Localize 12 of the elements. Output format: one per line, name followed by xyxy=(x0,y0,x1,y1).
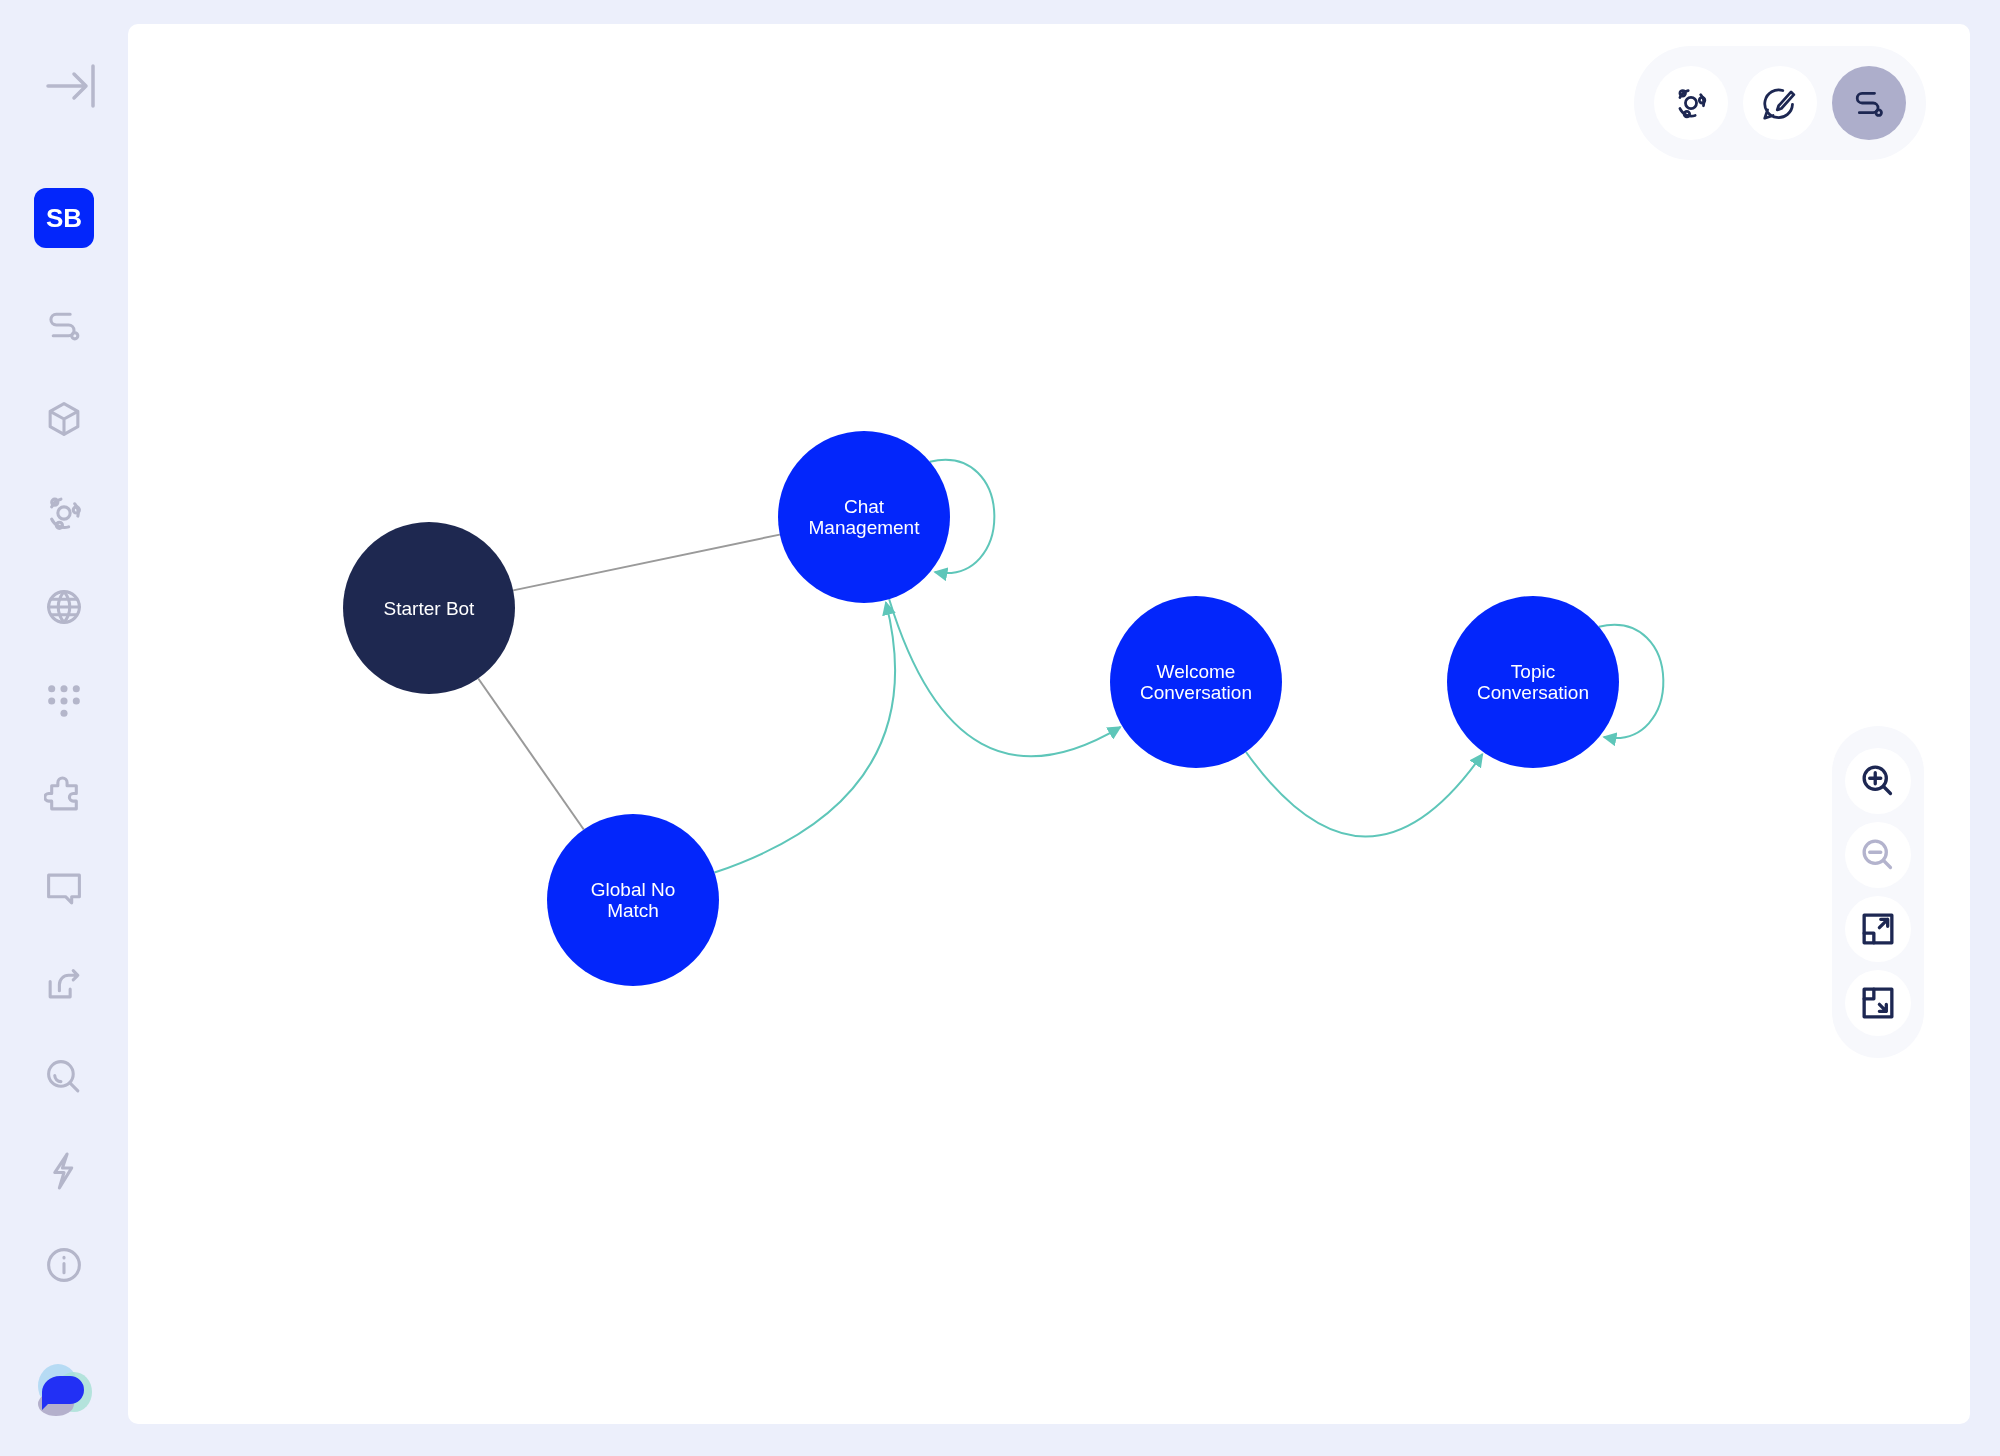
topic-node[interactable]: Welcome Conversation xyxy=(1110,596,1282,768)
workspace-badge[interactable]: SB xyxy=(34,188,94,248)
topic-node[interactable]: Chat Management xyxy=(778,431,950,603)
info-icon[interactable] xyxy=(44,1245,84,1285)
shrink-icon xyxy=(1860,985,1896,1021)
edit-comment-icon xyxy=(1762,85,1798,121)
topic-node[interactable]: Global No Match xyxy=(547,814,719,986)
topic-node[interactable]: Topic Conversation xyxy=(1447,596,1619,768)
globe-icon[interactable] xyxy=(44,587,84,627)
bot-node[interactable]: Starter Bot xyxy=(343,522,515,694)
collapse-sidebar-icon[interactable] xyxy=(46,64,96,108)
expand-icon xyxy=(1860,911,1896,947)
